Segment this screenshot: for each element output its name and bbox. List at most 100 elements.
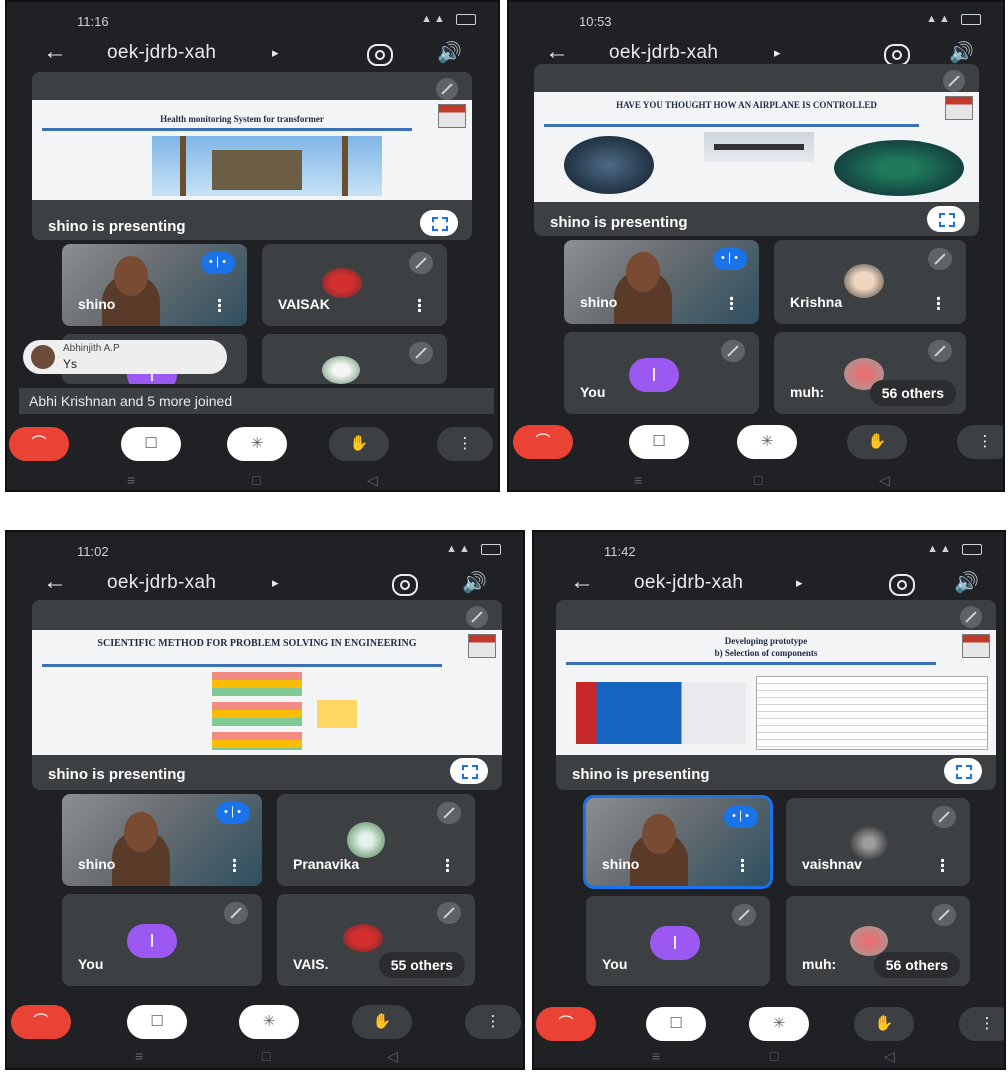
nav-back-icon[interactable]: ◁ (879, 472, 890, 489)
fullscreen-icon[interactable] (420, 210, 458, 236)
end-call-icon[interactable]: ⌒ (9, 427, 69, 461)
back-arrow-icon[interactable]: ← (570, 568, 594, 596)
nav-back-icon[interactable]: ◁ (367, 472, 378, 489)
mic-off-icon[interactable]: ✳ (737, 425, 797, 459)
end-call-icon[interactable]: ⌒ (536, 1007, 596, 1041)
mic-off-icon (437, 902, 461, 924)
meeting-details-chevron-icon[interactable]: ▸ (796, 575, 803, 591)
slide-rule (566, 662, 936, 665)
more-vert-icon[interactable] (730, 296, 733, 310)
meeting-details-chevron-icon[interactable]: ▸ (774, 45, 781, 61)
raise-hand-icon[interactable]: ✋ (854, 1007, 914, 1041)
others-count-badge[interactable]: 55 others (378, 952, 465, 978)
back-arrow-icon[interactable]: ← (43, 568, 67, 596)
meeting-code[interactable]: oek-jdrb-xah (107, 572, 216, 594)
more-vert-icon[interactable] (218, 298, 221, 312)
participant-tile-vaishnav[interactable]: vaishnav (786, 798, 970, 886)
meeting-code[interactable]: oek-jdrb-xah (107, 42, 216, 64)
nav-home-icon[interactable]: □ (770, 1048, 778, 1064)
participant-name: shino (602, 856, 640, 872)
camera-off-icon[interactable]: ☐ (127, 1005, 187, 1039)
camera-flip-icon[interactable] (884, 44, 910, 66)
raise-hand-icon[interactable]: ✋ (847, 425, 907, 459)
participant-tile-shino[interactable]: shino (583, 795, 773, 889)
participant-tile-krishna[interactable]: Krishna (774, 240, 966, 324)
participant-tile-you[interactable]: I You (586, 896, 770, 986)
participant-tile-you[interactable]: I You (564, 332, 759, 414)
participant-tile-shino[interactable]: shino (564, 240, 759, 324)
android-nav-bar: ≡ □ ◁ (534, 1046, 1004, 1068)
status-time: 10:53 (579, 14, 612, 29)
participant-tile-shino[interactable]: shino (62, 244, 247, 326)
more-vert-icon[interactable] (941, 858, 944, 872)
nav-back-icon[interactable]: ◁ (884, 1048, 895, 1065)
participant-tile-others[interactable]: VAIS. 55 others (277, 894, 475, 986)
camera-flip-icon[interactable] (889, 574, 915, 596)
nav-home-icon[interactable]: □ (262, 1048, 270, 1064)
more-vert-icon[interactable]: ⋮ (957, 425, 1003, 459)
participant-tile-pranavika[interactable]: Pranavika (277, 794, 475, 886)
meeting-details-chevron-icon[interactable]: ▸ (272, 45, 279, 61)
meeting-details-chevron-icon[interactable]: ▸ (272, 575, 279, 591)
shared-slide: Health monitoring System for transformer (32, 100, 472, 200)
meeting-code[interactable]: oek-jdrb-xah (634, 572, 743, 594)
mic-off-icon[interactable]: ✳ (239, 1005, 299, 1039)
participant-tile-you[interactable]: I You (62, 894, 262, 986)
participant-tile-other[interactable] (262, 334, 447, 384)
end-call-icon[interactable]: ⌒ (11, 1005, 71, 1039)
camera-flip-icon[interactable] (367, 44, 393, 66)
end-call-icon[interactable]: ⌒ (513, 425, 573, 459)
fullscreen-icon[interactable] (944, 758, 982, 784)
participant-tile-others[interactable]: muh: 56 others (774, 332, 966, 414)
more-vert-icon[interactable]: ⋮ (437, 427, 493, 461)
raise-hand-icon[interactable]: ✋ (329, 427, 389, 461)
participant-name: Pranavika (293, 856, 360, 872)
nav-recents-icon[interactable]: ≡ (634, 472, 642, 488)
camera-off-icon[interactable]: ☐ (629, 425, 689, 459)
camera-flip-icon[interactable] (392, 574, 418, 596)
more-vert-icon[interactable] (937, 296, 940, 310)
participant-tile-shino[interactable]: shino (62, 794, 262, 886)
battery-icon (961, 13, 981, 25)
more-vert-icon[interactable] (418, 298, 421, 312)
more-vert-icon[interactable]: ⋮ (959, 1007, 1004, 1041)
nav-home-icon[interactable]: □ (252, 472, 260, 488)
mic-off-icon[interactable]: ✳ (749, 1007, 809, 1041)
nav-recents-icon[interactable]: ≡ (652, 1048, 660, 1064)
speaker-icon[interactable]: 🔊 (462, 570, 487, 595)
chat-toast[interactable]: Abhinjith A.P Ys (23, 340, 227, 374)
you-avatar: I (650, 926, 700, 960)
participant-tile-others[interactable]: muh: 56 others (786, 896, 970, 986)
back-arrow-icon[interactable]: ← (545, 38, 569, 66)
raise-hand-icon[interactable]: ✋ (352, 1005, 412, 1039)
participant-avatar (850, 926, 888, 956)
speaking-indicator-icon (713, 248, 747, 270)
shared-slide: SCIENTIFIC METHOD FOR PROBLEM SOLVING IN… (32, 630, 502, 755)
battery-icon (962, 543, 982, 555)
speaker-icon[interactable]: 🔊 (954, 570, 979, 595)
transformer-photo (152, 136, 382, 196)
nav-back-icon[interactable]: ◁ (387, 1048, 398, 1065)
more-vert-icon[interactable] (233, 858, 236, 872)
nav-home-icon[interactable]: □ (754, 472, 762, 488)
android-nav-bar: ≡ □ ◁ (7, 1046, 523, 1068)
others-count-badge[interactable]: 56 others (869, 380, 956, 406)
nav-recents-icon[interactable]: ≡ (127, 472, 135, 488)
speaker-icon[interactable]: 🔊 (437, 40, 462, 65)
more-vert-icon[interactable] (446, 858, 449, 872)
fullscreen-icon[interactable] (450, 758, 488, 784)
more-vert-icon[interactable] (741, 858, 744, 872)
others-count-badge[interactable]: 56 others (873, 952, 960, 978)
participant-tile-vaisak[interactable]: VAISAK (262, 244, 447, 326)
speaker-icon[interactable]: 🔊 (949, 40, 974, 65)
mic-off-icon (436, 78, 458, 100)
camera-off-icon[interactable]: ☐ (121, 427, 181, 461)
nav-recents-icon[interactable]: ≡ (135, 1048, 143, 1064)
more-vert-icon[interactable]: ⋮ (465, 1005, 521, 1039)
mic-off-icon (932, 904, 956, 926)
back-arrow-icon[interactable]: ← (43, 38, 67, 66)
fullscreen-icon[interactable] (927, 206, 965, 232)
mic-off-icon[interactable]: ✳ (227, 427, 287, 461)
camera-off-icon[interactable]: ☐ (646, 1007, 706, 1041)
meeting-code[interactable]: oek-jdrb-xah (609, 42, 718, 64)
